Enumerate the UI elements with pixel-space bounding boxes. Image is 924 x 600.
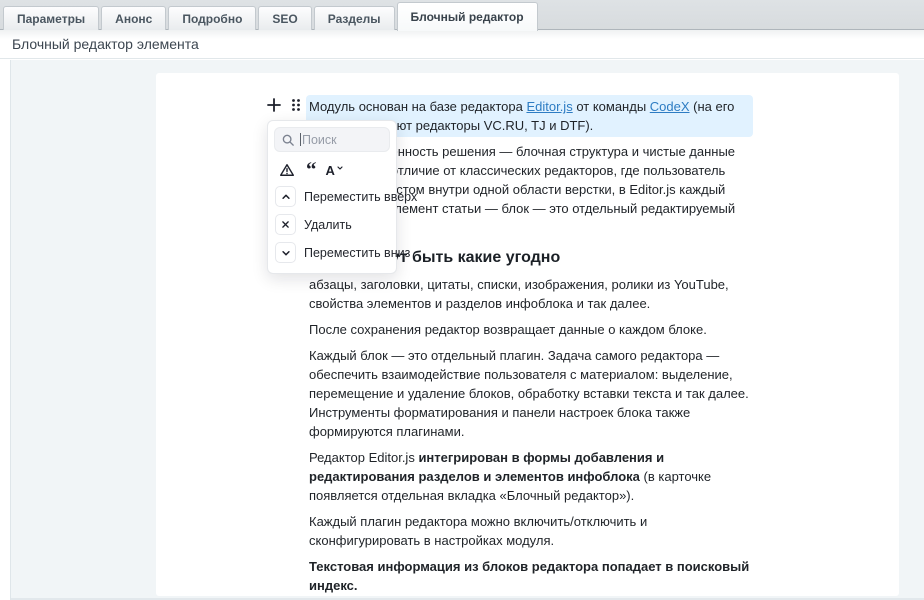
paragraph-block[interactable]: Редактор Editor.js интегрирован в формы … (306, 446, 753, 507)
toolbox-search[interactable] (274, 127, 390, 152)
add-block-icon[interactable] (266, 97, 282, 113)
close-icon (275, 214, 296, 235)
tab-6[interactable]: Блочный редактор (397, 2, 538, 31)
menu-item-label: Удалить (304, 218, 352, 232)
paragraph-block[interactable]: После сохранения редактор возвращает дан… (306, 318, 753, 341)
text-segment: После сохранения редактор возвращает дан… (309, 322, 707, 337)
paragraph-block[interactable]: Каждый блок — это отдельный плагин. Зада… (306, 344, 753, 443)
text-segment: абзацы, заголовки, цитаты, списки, изобр… (309, 277, 729, 311)
bold-text: Текстовая информация из блоков редактора… (309, 559, 749, 593)
menu-item-chevron-down[interactable]: Переместить вниз (274, 240, 390, 265)
inline-link[interactable]: CodeX (650, 99, 690, 114)
form-panel: Модуль основан на базе редактора Editor.… (10, 60, 924, 600)
tab-1[interactable]: Параметры (3, 6, 99, 30)
drag-handle-icon[interactable] (288, 97, 304, 113)
paragraph-block[interactable]: Каждый плагин редактора можно включить/о… (306, 510, 753, 552)
text-segment: Каждый плагин редактора можно включить/о… (309, 514, 647, 548)
paragraph-block[interactable]: абзацы, заголовки, цитаты, списки, изобр… (306, 273, 753, 315)
menu-item-chevron-up[interactable]: Переместить вверх (274, 184, 390, 209)
toolbox-icons: “A (268, 158, 396, 184)
quote-icon[interactable]: “ (306, 164, 315, 176)
chevron-up-icon (275, 186, 296, 207)
block-toolbar (266, 97, 304, 113)
block-settings-popup: “A Переместить вверхУдалитьПереместить в… (267, 120, 397, 274)
paragraph-block[interactable]: Текстовая информация из блоков редактора… (306, 555, 753, 596)
tab-4[interactable]: SEO (258, 6, 311, 30)
search-input[interactable] (302, 133, 372, 147)
text-segment: от команды (573, 99, 650, 114)
page-title: Блочный редактор элемента (12, 36, 199, 52)
menu-item-label: Переместить вверх (304, 190, 417, 204)
tab-5[interactable]: Разделы (314, 6, 395, 30)
text-caret (300, 133, 301, 146)
block-tunes-menu: Переместить вверх Удалить Переместить вниз (268, 184, 396, 265)
tab-bar: ПараметрыАнонсПодробноSEOРазделыБлочный … (0, 0, 924, 30)
text-segment: Каждый блок — это отдельный плагин. Зада… (309, 348, 749, 439)
menu-item-label: Переместить вниз (304, 246, 410, 260)
inline-link[interactable]: Editor.js (526, 99, 572, 114)
search-icon (282, 134, 294, 146)
text-segment: Редактор Editor.js (309, 450, 418, 465)
text-segment: Модуль основан на базе редактора (309, 99, 526, 114)
warning-icon[interactable] (279, 163, 295, 177)
chevron-down-icon (275, 242, 296, 263)
menu-item-close[interactable]: Удалить (274, 212, 390, 237)
tab-2[interactable]: Анонс (101, 6, 166, 30)
text-size-icon[interactable]: A (326, 163, 344, 178)
page-header: Блочный редактор элемента (0, 30, 924, 59)
tab-3[interactable]: Подробно (168, 6, 256, 30)
